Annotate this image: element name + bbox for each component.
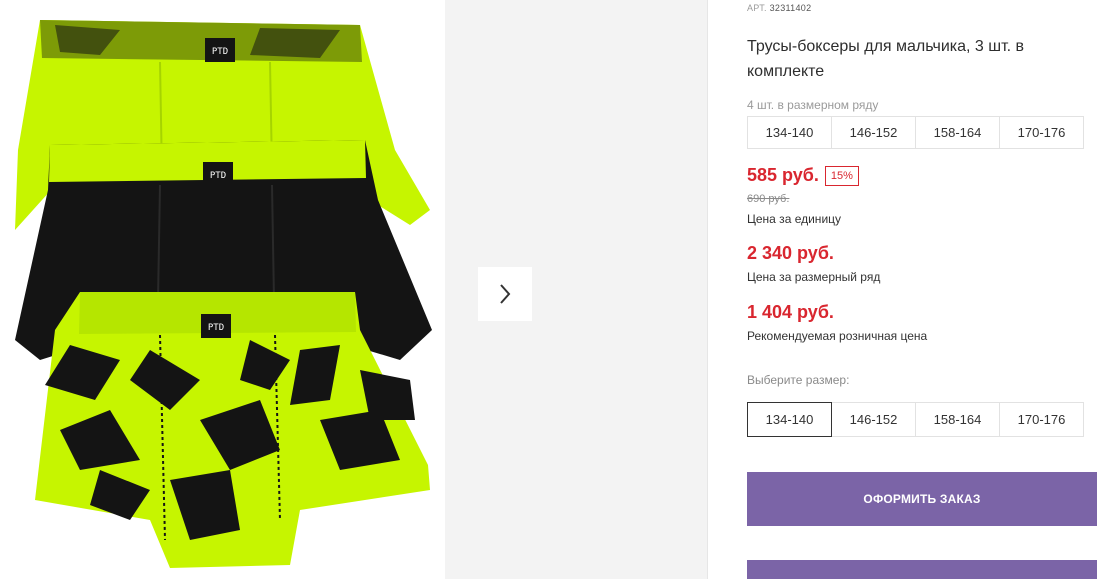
article-number: АРТ. 32311402: [747, 3, 811, 13]
product-title: Трусы-боксеры для мальчика, 3 шт. в комп…: [747, 38, 1025, 80]
svg-text:PTD: PTD: [212, 47, 228, 57]
product-image[interactable]: PTD PTD PTD: [0, 0, 445, 579]
size-option-selected[interactable]: 134-140: [747, 402, 832, 437]
size-row-item: 170-176: [999, 116, 1084, 149]
unit-price-block: 585 руб. 15%: [747, 165, 859, 186]
size-row-item: 158-164: [915, 116, 1000, 149]
row-price-caption: Цена за размерный ряд: [747, 270, 881, 284]
product-page: PTD PTD PTD АРТ. 32311402 Трусы-боксеры …: [0, 0, 1117, 579]
unit-price: 585 руб.: [747, 165, 819, 185]
size-selector: 134-140 146-152 158-164 170-176: [747, 402, 1084, 437]
size-option[interactable]: 170-176: [999, 402, 1084, 437]
boxer-briefs-illustration: PTD PTD PTD: [15, 20, 432, 568]
retail-price: 1 404 руб.: [747, 302, 834, 322]
size-row-list: 134-140 146-152 158-164 170-176: [747, 116, 1084, 149]
retail-price-caption: Рекомендуемая розничная цена: [747, 329, 928, 343]
article-label: АРТ.: [747, 3, 767, 13]
row-price: 2 340 руб.: [747, 243, 834, 263]
place-order-button[interactable]: ОФОРМИТЬ ЗАКАЗ: [747, 472, 1097, 526]
size-row-item: 134-140: [747, 116, 832, 149]
column-divider: [707, 0, 708, 579]
article-value: 32311402: [769, 3, 812, 13]
secondary-action-button[interactable]: [747, 560, 1097, 579]
size-row-item: 146-152: [831, 116, 916, 149]
svg-text:PTD: PTD: [210, 171, 226, 181]
discount-badge: 15%: [824, 165, 859, 186]
unit-price-caption: Цена за единицу: [747, 212, 842, 226]
chevron-right-icon: [500, 284, 511, 304]
choose-size-caption: Выберите размер:: [747, 373, 850, 387]
old-price: 690 руб.: [747, 193, 790, 205]
size-option[interactable]: 146-152: [831, 402, 916, 437]
svg-text:PTD: PTD: [208, 323, 224, 333]
size-row-caption: 4 шт. в размерном ряду: [747, 98, 879, 112]
gallery-next-button[interactable]: [478, 267, 532, 321]
size-option[interactable]: 158-164: [915, 402, 1000, 437]
